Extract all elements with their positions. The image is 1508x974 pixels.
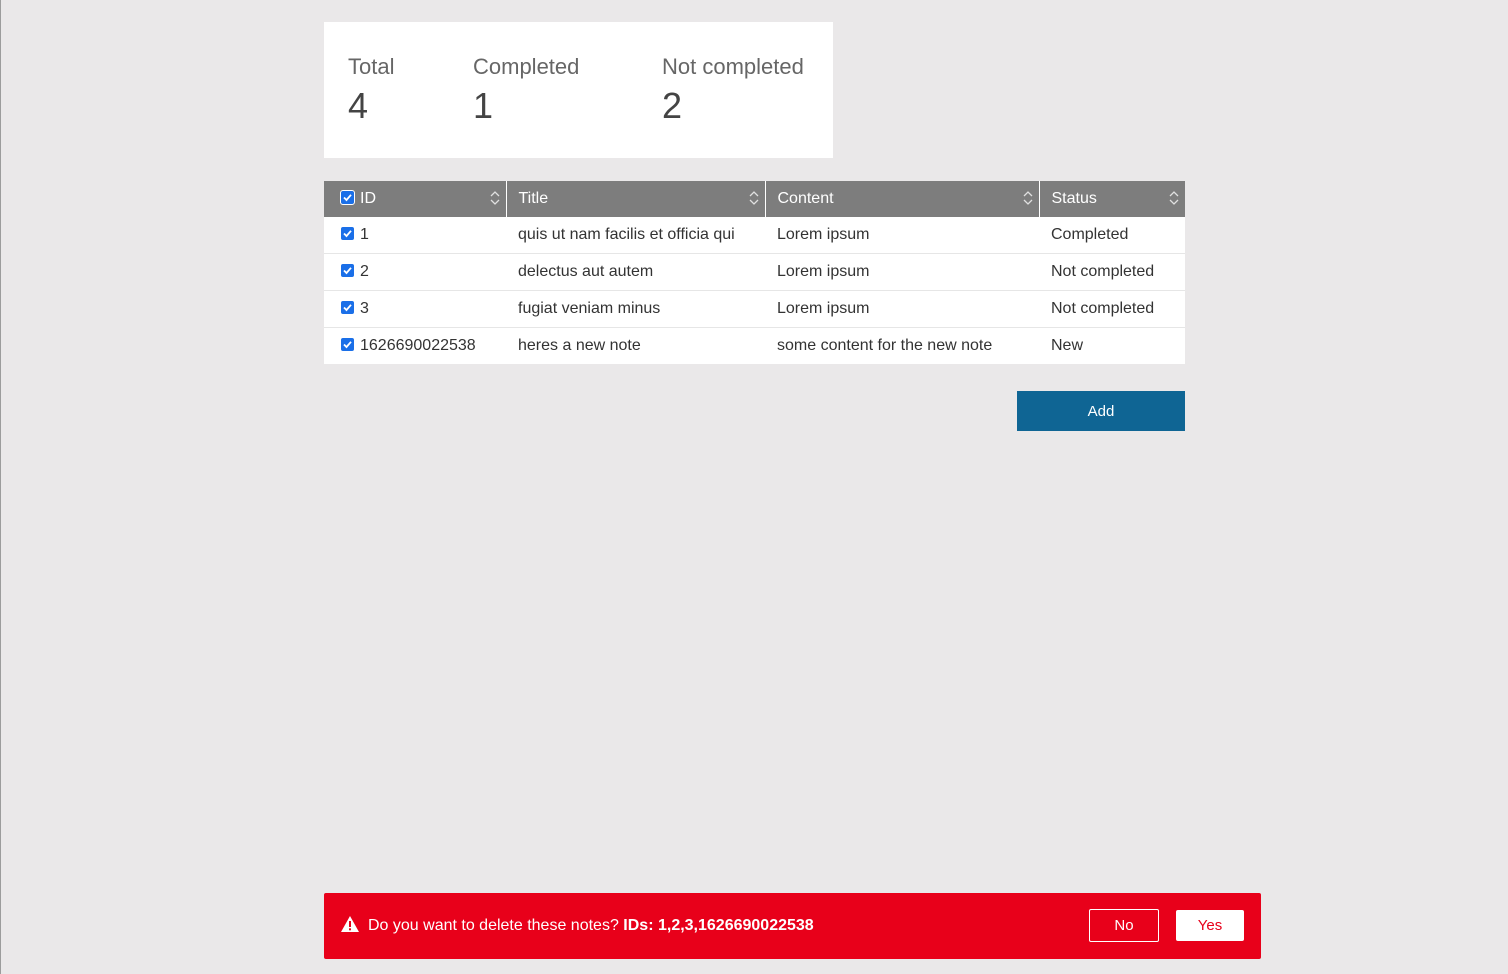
cell-status: Completed [1039, 217, 1185, 254]
stat-not-completed-value: 2 [662, 85, 683, 126]
stat-not-completed-label: Not completed [662, 54, 804, 79]
cell-id: 3 [324, 290, 506, 328]
confirm-ids: IDs: 1,2,3,1626690022538 [623, 917, 814, 934]
confirm-message: Do you want to delete these notes? IDs: … [368, 916, 814, 936]
add-button[interactable]: Add [1017, 391, 1185, 431]
row-checkbox[interactable] [341, 301, 354, 315]
table-row[interactable]: 2 delectus aut autem Lorem ipsum Not com… [324, 253, 1185, 291]
stat-completed-label: Completed [473, 54, 580, 79]
table-row[interactable]: 1626690022538 heres a new note some cont… [324, 327, 1185, 364]
sort-icon[interactable] [1169, 189, 1179, 207]
cell-title: fugiat veniam minus [506, 290, 765, 328]
column-header-title-label: Title [518, 190, 549, 207]
cell-id: 2 [324, 253, 506, 291]
column-header-id-label: ID [360, 189, 376, 207]
yes-button[interactable]: Yes [1176, 910, 1244, 941]
row-id: 1626690022538 [360, 336, 476, 354]
stat-total: Total 4 [348, 54, 394, 126]
cell-title: delectus aut autem [506, 253, 765, 291]
stat-not-completed: Not completed 2 [662, 54, 804, 126]
table-header-row: ID Title Content Status [324, 181, 1185, 217]
sort-icon[interactable] [1023, 189, 1033, 207]
table-row[interactable]: 3 fugiat veniam minus Lorem ipsum Not co… [324, 290, 1185, 328]
summary-card: Total 4 Completed 1 Not completed 2 [324, 22, 833, 158]
cell-content: some content for the new note [765, 327, 1039, 364]
notes-table: ID Title Content Status 1 quis ut nam fa… [324, 181, 1185, 364]
cell-content: Lorem ipsum [765, 253, 1039, 291]
column-header-status[interactable]: Status [1039, 181, 1185, 217]
cell-content: Lorem ipsum [765, 290, 1039, 328]
row-id: 3 [360, 299, 369, 317]
row-checkbox[interactable] [341, 338, 354, 352]
cell-status: Not completed [1039, 290, 1185, 328]
stat-total-label: Total [348, 54, 395, 79]
column-header-id[interactable]: ID [324, 181, 507, 217]
cell-title: quis ut nam facilis et officia qui [506, 217, 765, 254]
row-checkbox[interactable] [341, 227, 354, 241]
delete-confirm-bar: Do you want to delete these notes? IDs: … [324, 893, 1261, 959]
stat-completed: Completed 1 [473, 54, 579, 126]
cell-content: Lorem ipsum [765, 217, 1039, 254]
cell-title: heres a new note [506, 327, 765, 364]
column-header-content[interactable]: Content [765, 181, 1040, 217]
sort-icon[interactable] [749, 189, 759, 207]
column-header-content-label: Content [777, 190, 834, 207]
column-header-status-label: Status [1051, 190, 1097, 207]
column-header-title[interactable]: Title [506, 181, 766, 217]
cell-id: 1626690022538 [324, 327, 506, 364]
stat-completed-value: 1 [473, 85, 494, 126]
select-all-checkbox[interactable] [340, 190, 355, 206]
table-row[interactable]: 1 quis ut nam facilis et officia qui Lor… [324, 217, 1185, 254]
cell-status: Not completed [1039, 253, 1185, 291]
warning-icon [341, 916, 359, 932]
cell-id: 1 [324, 217, 506, 254]
row-id: 1 [360, 225, 369, 243]
notes-table-wrapper: ID Title Content Status 1 quis ut nam fa… [324, 181, 1185, 364]
no-button[interactable]: No [1089, 909, 1159, 942]
sort-icon[interactable] [490, 189, 500, 207]
row-id: 2 [360, 262, 369, 280]
row-checkbox[interactable] [341, 264, 354, 278]
confirm-question: Do you want to delete these notes? [368, 917, 619, 934]
stat-total-value: 4 [348, 85, 369, 126]
cell-status: New [1039, 327, 1185, 364]
